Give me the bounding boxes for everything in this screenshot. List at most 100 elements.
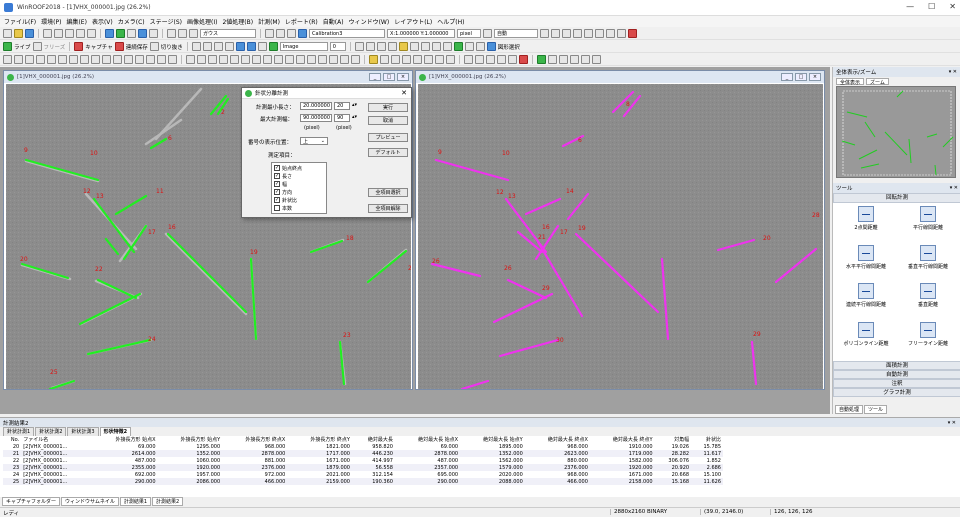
print-icon[interactable] xyxy=(167,29,176,38)
align-5-icon[interactable] xyxy=(508,55,517,64)
tool-perpendicular-distance[interactable]: 垂直距離 xyxy=(897,283,959,320)
shape-line-icon[interactable] xyxy=(186,55,195,64)
category-annotation[interactable]: 注釈 xyxy=(833,379,960,388)
measure-14-icon[interactable] xyxy=(146,55,155,64)
measure-10-icon[interactable] xyxy=(102,55,111,64)
image-window-left-minimize[interactable]: _ xyxy=(369,73,381,81)
shape-polygon-icon[interactable] xyxy=(263,55,272,64)
tool-polyline-distance[interactable]: ポリゴンライン距離 xyxy=(835,321,897,359)
shape-cross-icon[interactable] xyxy=(340,55,349,64)
tab-needle-2[interactable]: 針状計測2 xyxy=(35,427,67,436)
max-width-spin-icon[interactable]: ▴▾ xyxy=(352,114,357,120)
text-icon[interactable] xyxy=(617,29,626,38)
table-row[interactable]: 23 [2]VHX_000001... 2355.000 1920.000 2376.0… xyxy=(3,464,723,471)
menu-layout[interactable]: レイアウト(L) xyxy=(394,17,432,26)
menu-environment[interactable]: 環境(P) xyxy=(41,17,61,26)
image-window-right[interactable]: [1]VHX_000001.jpg (26.2%) _ □ × 8 6 9 10 12 1… xyxy=(415,70,825,391)
eraser-icon[interactable] xyxy=(595,29,604,38)
auto-select[interactable]: 自動 xyxy=(494,29,538,38)
measure-13-icon[interactable] xyxy=(135,55,144,64)
table-row[interactable]: 24 [2]VHX_000001... 692.000 1957.000 972.000… xyxy=(3,471,723,478)
measure-2-icon[interactable] xyxy=(14,55,23,64)
cut-display-icon[interactable] xyxy=(149,42,159,51)
overlay-icon[interactable] xyxy=(138,29,147,38)
tool-vertical-parallel[interactable]: 垂直平行線間距離 xyxy=(897,244,959,282)
column-header[interactable]: 絶対最大長 終点X xyxy=(525,436,590,443)
category-area[interactable]: 面積計測 xyxy=(833,361,960,370)
results-panel-buttons[interactable]: ▾ ✕ xyxy=(948,420,956,426)
menu-edit[interactable]: 編集(E) xyxy=(66,17,86,26)
fill-icon[interactable] xyxy=(606,29,615,38)
tool-r-icon[interactable] xyxy=(464,42,474,51)
tab-needle-3[interactable]: 針状計測3 xyxy=(67,427,99,436)
panel-close-icon[interactable]: ▾ ✕ xyxy=(950,185,958,191)
measure-9-icon[interactable] xyxy=(91,55,100,64)
open-folder-icon[interactable] xyxy=(14,29,23,38)
menu-measure[interactable]: 計測(M) xyxy=(258,17,280,26)
image-window-right-maximize[interactable]: □ xyxy=(795,73,807,81)
live-label[interactable]: ライブ xyxy=(14,43,31,51)
tool-k-icon[interactable] xyxy=(387,42,397,51)
image-window-left-maximize[interactable]: □ xyxy=(383,73,395,81)
tool-d-icon[interactable] xyxy=(224,42,234,51)
tool-i-icon[interactable] xyxy=(365,42,375,51)
select-8-icon[interactable] xyxy=(446,55,455,64)
shape-arrow-icon[interactable] xyxy=(296,55,305,64)
min-length-spin-icon[interactable]: ▴▾ xyxy=(352,102,357,108)
dialog-titlebar[interactable]: 針状分離計測 xyxy=(242,88,411,99)
calibration-select[interactable]: Calibration3 xyxy=(309,29,385,38)
menu-window[interactable]: ウィンドウ(W) xyxy=(349,17,390,26)
tools-group-header[interactable]: 回転計測 xyxy=(833,193,960,203)
category-graph[interactable]: グラフ計測 xyxy=(833,388,960,397)
shape-angle-icon[interactable] xyxy=(208,55,217,64)
report-3-icon[interactable] xyxy=(559,55,568,64)
tool-b-icon[interactable] xyxy=(202,42,212,51)
shape-select-label[interactable]: 図形選択 xyxy=(498,43,520,51)
adjust-icon[interactable] xyxy=(483,29,492,38)
tool-g-icon[interactable] xyxy=(257,42,267,51)
select-3-icon[interactable] xyxy=(391,55,400,64)
column-header[interactable]: 絶対最大長 始点X xyxy=(395,436,460,443)
measure-4-icon[interactable] xyxy=(36,55,45,64)
tool-q-icon[interactable] xyxy=(453,42,463,51)
live-icon[interactable] xyxy=(3,42,12,51)
tile-icon[interactable] xyxy=(276,29,285,38)
image-window-right-minimize[interactable]: _ xyxy=(781,73,793,81)
menu-image-processing[interactable]: 画像処理(I) xyxy=(187,17,217,26)
select-4-icon[interactable] xyxy=(402,55,411,64)
maximize-button[interactable]: ☐ xyxy=(928,2,935,11)
tool-continuous-parallel[interactable]: 連続平行線間距離 xyxy=(835,283,897,320)
min-length-pixel-input[interactable]: 20 xyxy=(334,102,350,110)
shape-circle-icon[interactable] xyxy=(219,55,228,64)
measure-8-icon[interactable] xyxy=(80,55,89,64)
menu-file[interactable]: ファイル(F) xyxy=(4,17,36,26)
filter-icon[interactable] xyxy=(189,29,198,38)
tab-capture-folder[interactable]: キャプチャフォルダー xyxy=(2,497,60,506)
menu-stage[interactable]: ステージ(S) xyxy=(150,17,182,26)
number-position-select[interactable]: 上 ⌄ xyxy=(300,137,328,145)
max-width-pixel-input[interactable]: 90 xyxy=(334,114,350,122)
tool-a-icon[interactable] xyxy=(191,42,201,51)
layout-icon[interactable] xyxy=(265,29,274,38)
deselect-all-button[interactable]: 全項目解除 xyxy=(368,204,408,213)
checkbox[interactable]: ✓ xyxy=(274,197,280,203)
chevron-down-icon[interactable]: ⌄ xyxy=(321,138,325,144)
tool-l-icon[interactable] xyxy=(398,42,408,51)
report-2-icon[interactable] xyxy=(548,55,557,64)
overview-thumbnail[interactable] xyxy=(836,86,956,178)
shape-point-icon[interactable] xyxy=(285,55,294,64)
tab-window-thumbnail[interactable]: ウィンドウサムネイル xyxy=(60,497,119,506)
column-header[interactable]: 絶対最大長 終点Y xyxy=(590,436,655,443)
shape-text-icon[interactable] xyxy=(307,55,316,64)
tab-overview[interactable]: 全体表示 xyxy=(836,78,865,86)
menu-report[interactable]: レポート(R) xyxy=(285,17,318,26)
zoom-icon[interactable] xyxy=(540,29,549,38)
align-2-icon[interactable] xyxy=(475,55,484,64)
select-all-button[interactable]: 全項目選択 xyxy=(368,188,408,197)
checkbox[interactable]: ✓ xyxy=(274,165,280,171)
cancel-button[interactable]: 取消 xyxy=(368,116,408,125)
tool-o-icon[interactable] xyxy=(431,42,441,51)
column-header[interactable]: 外接長方形 始点X xyxy=(92,436,157,443)
tool-p-icon[interactable] xyxy=(442,42,452,51)
image-canvas-right[interactable]: 8 6 9 10 12 13 14 17 16 21 19 20 26 28 26 29 29 30 xyxy=(418,84,823,391)
